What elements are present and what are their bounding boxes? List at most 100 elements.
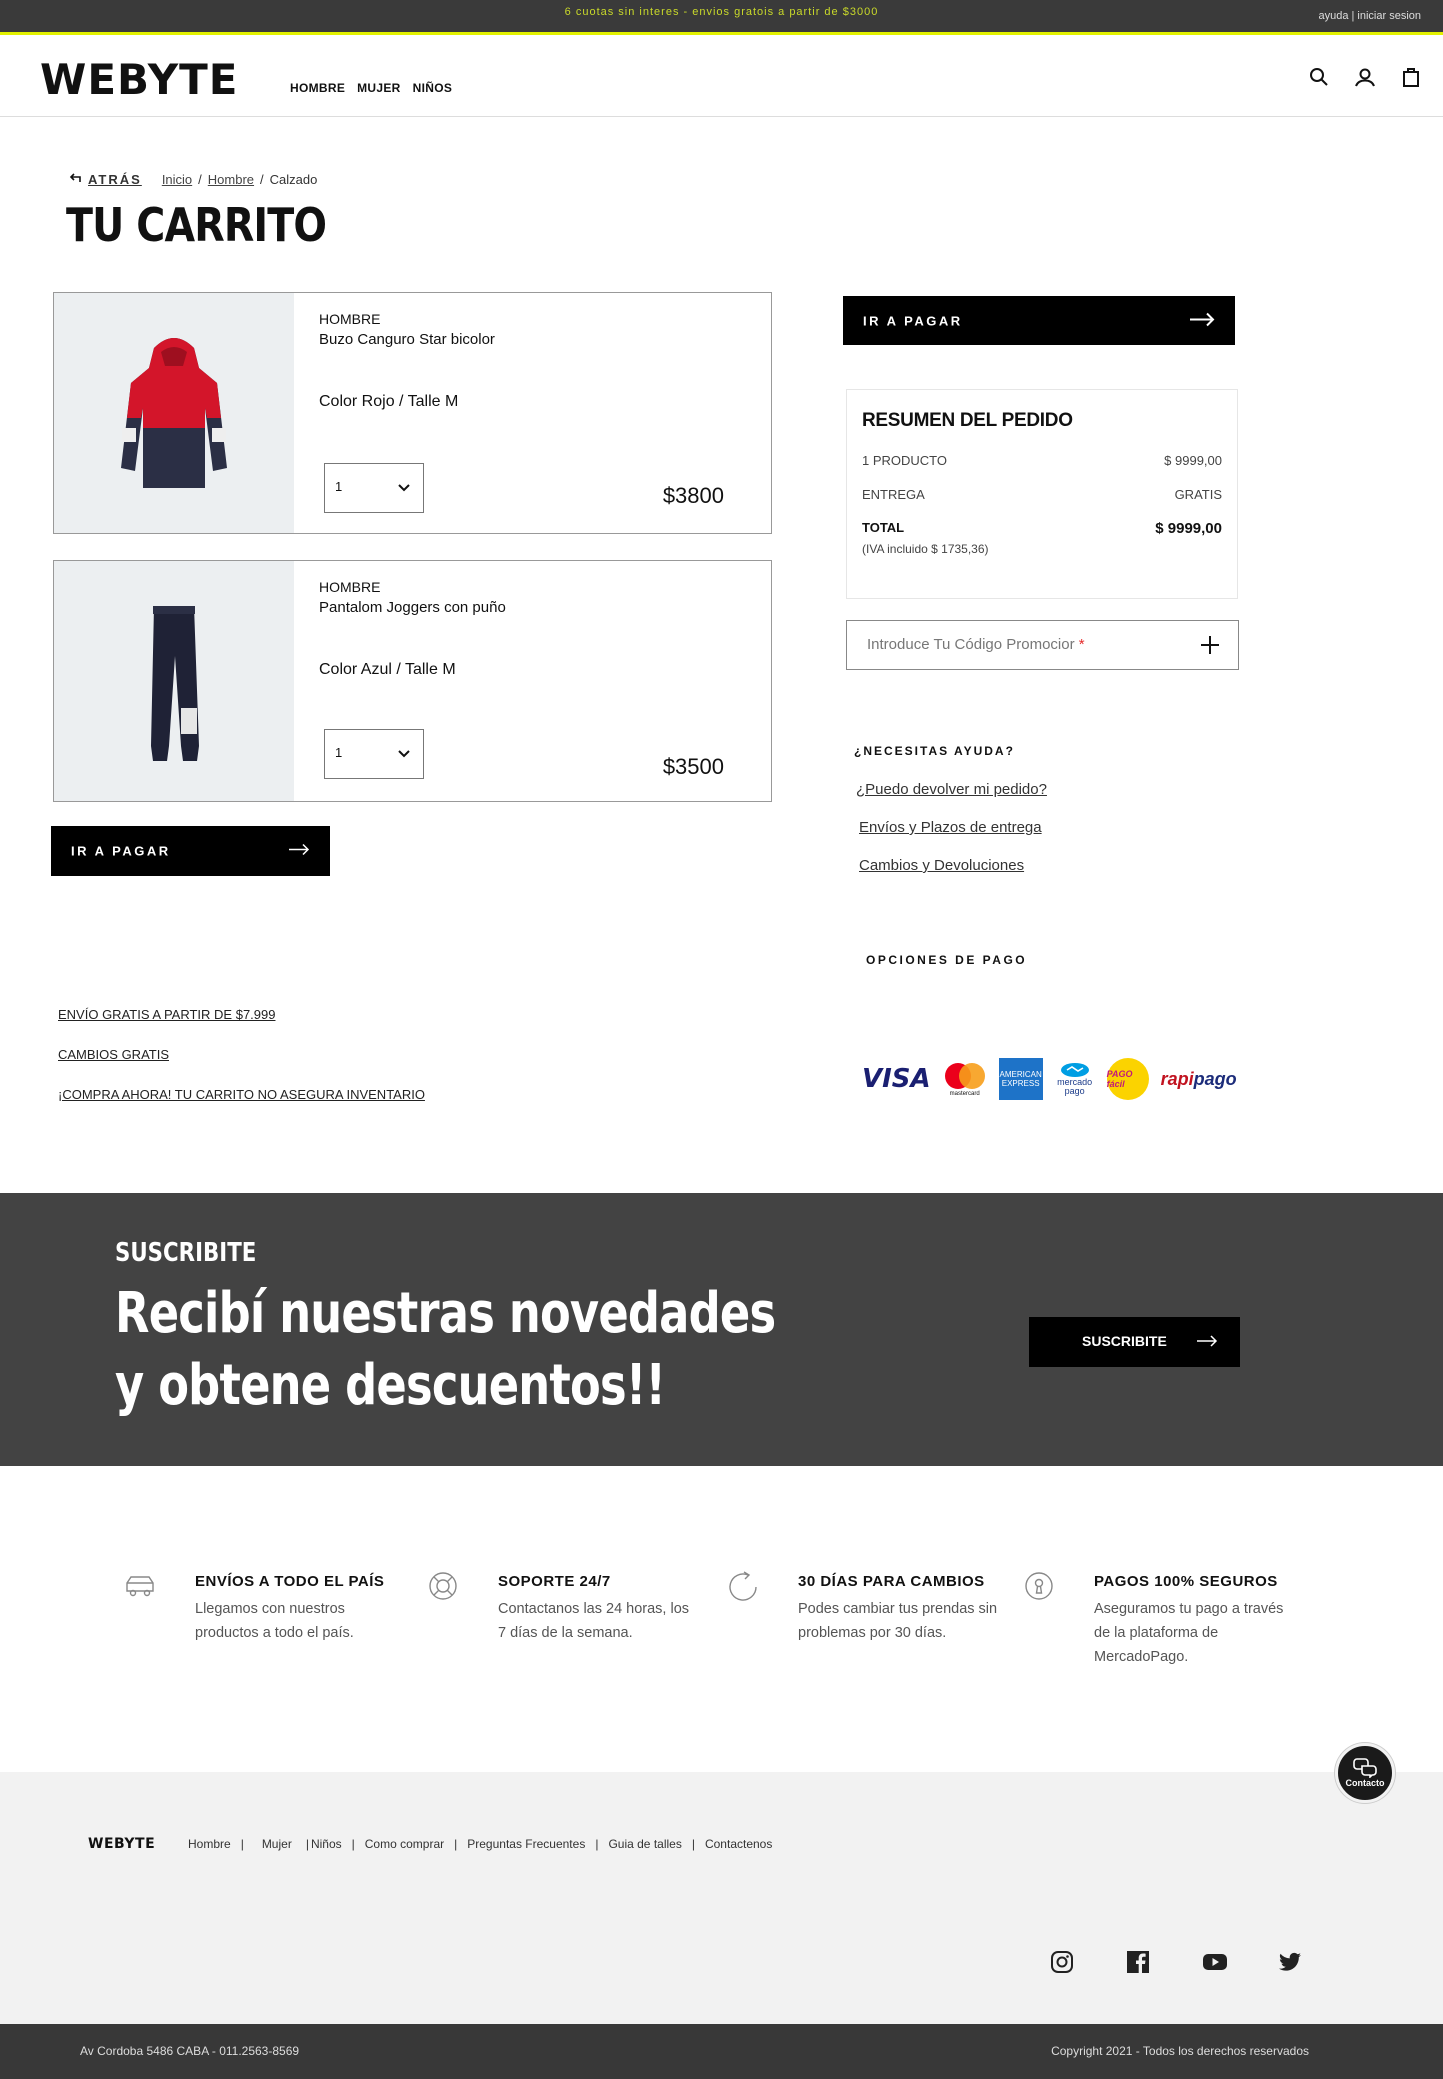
promo-bar: 6 cuotas sin interes - envios gratois a … bbox=[0, 0, 1443, 35]
subscribe-headline: Recibí nuestras novedades y obtene descu… bbox=[115, 1278, 776, 1422]
back-link[interactable]: ATRÁS bbox=[88, 172, 142, 187]
social-links bbox=[1050, 1950, 1302, 1974]
breadcrumb: ATRÁS Inicio / Hombre / Calzado bbox=[68, 172, 317, 187]
feature-desc: Podes cambiar tus prendas sin problemas … bbox=[798, 1601, 998, 1641]
breadcrumb-calzado: Calzado bbox=[269, 172, 318, 187]
youtube-icon[interactable] bbox=[1202, 1950, 1227, 1974]
truck-icon bbox=[123, 1569, 157, 1603]
footer-link-ninos[interactable]: Niños bbox=[311, 1837, 342, 1851]
amex-logo: AMERICAN EXPRESS bbox=[998, 1058, 1043, 1100]
contact-chat-button[interactable]: Contacto bbox=[1335, 1743, 1395, 1803]
perk-free-exchanges[interactable]: CAMBIOS GRATIS bbox=[58, 1047, 169, 1062]
subscribe-headline-line: y obtene descuentos!! bbox=[115, 1353, 666, 1418]
product-variant: Color Azul / Talle M bbox=[319, 661, 456, 678]
instagram-icon[interactable] bbox=[1050, 1950, 1074, 1974]
nav-item-mujer[interactable]: MUJER bbox=[357, 81, 401, 95]
checkout-button-bottom[interactable]: IR A PAGAR bbox=[51, 826, 330, 876]
summary-row-total: TOTAL $ 9999,00 bbox=[862, 520, 1222, 537]
user-icon[interactable] bbox=[1353, 65, 1377, 89]
summary-total-label: TOTAL bbox=[862, 520, 905, 535]
site-footer: WEBYTE Hombre | Mujer | Niños | Como com… bbox=[0, 1772, 1443, 2024]
back-arrow-icon[interactable] bbox=[68, 172, 82, 187]
checkout-button-top[interactable]: IR A PAGAR bbox=[843, 296, 1235, 345]
footer-separator: | bbox=[691, 1837, 695, 1851]
rapipago-text: pago bbox=[1193, 1068, 1237, 1089]
footer-link-size-guide[interactable]: Guia de talles bbox=[608, 1837, 681, 1851]
summary-row-value: $ 9999,00 bbox=[1164, 453, 1222, 468]
footer-separator: | bbox=[240, 1837, 244, 1851]
footer-copyright: Copyright 2021 - Todos los derechos rese… bbox=[1051, 2044, 1309, 2058]
breadcrumb-separator: / bbox=[198, 172, 202, 187]
help-link-shipping[interactable]: Envíos y Plazos de entrega bbox=[859, 819, 1042, 836]
footer-link-como-comprar[interactable]: Como comprar bbox=[365, 1837, 444, 1851]
arrow-right-icon bbox=[288, 843, 310, 859]
bag-icon[interactable] bbox=[1399, 65, 1423, 89]
footer-address: Av Cordoba 5486 CABA - 011.2563-8569 bbox=[80, 2044, 300, 2058]
perk-buy-now[interactable]: ¡COMPRA AHORA! TU CARRITO NO ASEGURA INV… bbox=[58, 1087, 425, 1102]
product-category: HOMBRE bbox=[319, 311, 381, 327]
feature-title: SOPORTE 24/7 bbox=[498, 1573, 611, 1590]
quantity-value: 1 bbox=[335, 745, 343, 760]
subscribe-button[interactable]: SUSCRIBITE bbox=[1029, 1317, 1240, 1367]
quantity-select[interactable]: 1 bbox=[324, 729, 424, 779]
header-icons bbox=[1307, 65, 1423, 89]
rapipago-text: rapi bbox=[1160, 1068, 1194, 1089]
cart-item: HOMBRE Pantalom Joggers con puño Color A… bbox=[53, 560, 772, 802]
help-title: ¿NECESITAS AYUDA? bbox=[854, 744, 1015, 758]
footer-link-contact[interactable]: Contactenos bbox=[705, 1837, 772, 1851]
feature-desc: Llegamos con nuestros productos a todo e… bbox=[195, 1601, 354, 1641]
product-image-hoodie[interactable] bbox=[54, 293, 294, 533]
plus-icon[interactable] bbox=[1200, 635, 1220, 658]
help-link-exchanges[interactable]: Cambios y Devoluciones bbox=[859, 857, 1024, 874]
summary-row-label: 1 PRODUCTO bbox=[862, 453, 947, 468]
subscribe-button-label: SUSCRIBITE bbox=[1082, 1333, 1167, 1349]
promo-code-input[interactable]: Introduce Tu Código Promocior * bbox=[846, 620, 1239, 670]
product-image-joggers[interactable] bbox=[54, 561, 294, 801]
footer-links: Hombre | Mujer | Niños | Como comprar | … bbox=[188, 1837, 772, 1851]
facebook-icon[interactable] bbox=[1126, 1950, 1150, 1974]
chevron-down-icon bbox=[397, 747, 411, 762]
mastercard-text: mastercard bbox=[949, 1091, 980, 1097]
keyhole-icon bbox=[1022, 1569, 1056, 1603]
page-title: TU CARRITO bbox=[66, 198, 327, 252]
nav-item-hombre[interactable]: HOMBRE bbox=[290, 81, 345, 95]
arrow-right-icon bbox=[1196, 1334, 1218, 1350]
footer-separator: | bbox=[351, 1837, 355, 1851]
product-name[interactable]: Pantalom Joggers con puño bbox=[319, 599, 506, 616]
mercadopago-logo: mercado pago bbox=[1055, 1058, 1095, 1100]
breadcrumb-hombre[interactable]: Hombre bbox=[208, 172, 254, 187]
chat-label: Contacto bbox=[1345, 1778, 1385, 1788]
feature-desc: Aseguramos tu pago a través de la plataf… bbox=[1094, 1601, 1284, 1665]
search-icon[interactable] bbox=[1307, 65, 1331, 89]
arrow-right-icon bbox=[1189, 312, 1215, 329]
feature-title: PAGOS 100% SEGUROS bbox=[1094, 1573, 1278, 1590]
summary-row-products: 1 PRODUCTO $ 9999,00 bbox=[862, 453, 1222, 468]
subscribe-kicker: SUSCRIBITE bbox=[115, 1238, 257, 1268]
twitter-icon[interactable] bbox=[1278, 1950, 1302, 1974]
help-link-return[interactable]: ¿Puedo devolver mi pedido? bbox=[856, 781, 1047, 798]
footer-logo[interactable]: WEBYTE bbox=[88, 1836, 155, 1852]
nav-item-ninos[interactable]: NIÑOS bbox=[413, 81, 453, 95]
account-links[interactable]: ayuda | iniciar sesion bbox=[1318, 10, 1421, 22]
footer-link-faq[interactable]: Preguntas Frecuentes bbox=[467, 1837, 585, 1851]
feature-desc: Contactanos las 24 horas, los 7 días de … bbox=[498, 1601, 690, 1641]
main-nav: HOMBRE MUJER NIÑOS bbox=[290, 81, 452, 95]
iva-note: (IVA incluido $ 1735,36) bbox=[862, 542, 989, 556]
breadcrumb-inicio[interactable]: Inicio bbox=[162, 172, 192, 187]
site-logo[interactable]: WEBYTE bbox=[40, 55, 239, 104]
breadcrumb-separator: / bbox=[260, 172, 264, 187]
quantity-select[interactable]: 1 bbox=[324, 463, 424, 513]
checkout-button-label: IR A PAGAR bbox=[71, 843, 171, 859]
payment-title: OPCIONES DE PAGO bbox=[866, 953, 1028, 967]
product-name[interactable]: Buzo Canguro Star bicolor bbox=[319, 331, 495, 348]
perk-free-shipping[interactable]: ENVÍO GRATIS A PARTIR DE $7.999 bbox=[58, 1007, 275, 1022]
site-header: WEBYTE HOMBRE MUJER NIÑOS bbox=[0, 35, 1443, 117]
promo-code-placeholder: Introduce Tu Código Promocior * bbox=[867, 636, 1085, 653]
pagofacil-logo: PAGO fácil bbox=[1106, 1058, 1149, 1100]
summary-row-value: GRATIS bbox=[1174, 487, 1222, 502]
feature-title: 30 DÍAS PARA CAMBIOS bbox=[798, 1573, 985, 1590]
footer-link-mujer[interactable]: Mujer bbox=[262, 1837, 292, 1851]
footer-link-hombre[interactable]: Hombre bbox=[188, 1837, 231, 1851]
checkout-button-label: IR A PAGAR bbox=[863, 313, 963, 328]
feature-title: ENVÍOS A TODO EL PAÍS bbox=[195, 1573, 385, 1590]
